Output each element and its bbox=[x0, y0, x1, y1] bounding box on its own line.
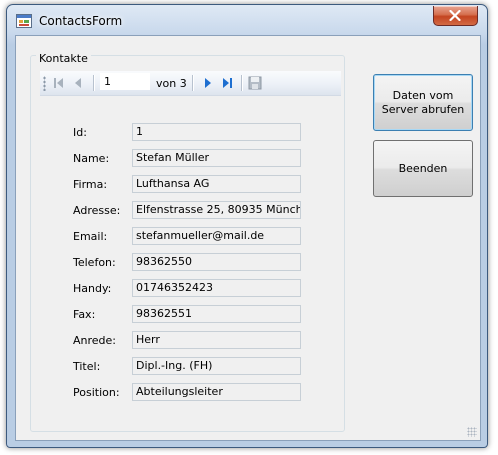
count-label: von 3 bbox=[156, 77, 187, 90]
field-value[interactable]: stefanmueller@mail.de bbox=[132, 227, 301, 245]
field-label: Handy: bbox=[73, 282, 112, 295]
save-icon[interactable] bbox=[246, 74, 264, 92]
client-area: Kontakte von 3 bbox=[15, 35, 481, 441]
field-label: Anrede: bbox=[73, 334, 117, 347]
field-value[interactable]: Elfenstrasse 25, 80935 München bbox=[132, 201, 301, 219]
move-last-icon[interactable] bbox=[218, 74, 236, 92]
field-value[interactable]: 01746352423 bbox=[132, 279, 301, 297]
toolbar-grip[interactable] bbox=[43, 76, 46, 91]
move-first-icon[interactable] bbox=[50, 74, 68, 92]
close-icon bbox=[449, 10, 461, 21]
field-label: Titel: bbox=[73, 360, 101, 373]
toolbar-separator bbox=[93, 75, 95, 91]
contacts-form-window: ContactsForm Kontakte von 3 bbox=[6, 4, 488, 448]
move-previous-icon[interactable] bbox=[70, 74, 88, 92]
move-next-icon[interactable] bbox=[198, 74, 216, 92]
window-title: ContactsForm bbox=[39, 14, 123, 28]
field-value[interactable]: 98362551 bbox=[132, 305, 301, 323]
field-value[interactable]: Lufthansa AG bbox=[132, 175, 301, 193]
field-label: Adresse: bbox=[73, 204, 121, 217]
title-bar[interactable]: ContactsForm bbox=[7, 5, 487, 35]
field-value[interactable]: Stefan Müller bbox=[132, 149, 301, 167]
field-label: Id: bbox=[73, 126, 87, 139]
resize-grip[interactable] bbox=[467, 427, 477, 437]
field-label: Firma: bbox=[73, 178, 108, 191]
fetch-from-server-button[interactable]: Daten vom Server abrufen bbox=[373, 74, 473, 131]
field-value[interactable]: 98362550 bbox=[132, 253, 301, 271]
field-label: Fax: bbox=[73, 308, 96, 321]
field-label: Position: bbox=[73, 386, 120, 399]
field-label: Email: bbox=[73, 230, 108, 243]
field-value[interactable]: Abteilungsleiter bbox=[132, 383, 301, 401]
binding-navigator: von 3 bbox=[40, 71, 341, 96]
field-value[interactable]: 1 bbox=[132, 123, 301, 141]
groupbox-title: Kontakte bbox=[36, 52, 91, 65]
position-input[interactable] bbox=[100, 73, 150, 90]
form-icon bbox=[16, 14, 32, 28]
toolbar-separator bbox=[192, 75, 194, 91]
field-label: Name: bbox=[73, 152, 110, 165]
field-value[interactable]: Dipl.-Ing. (FH) bbox=[132, 357, 301, 375]
exit-button[interactable]: Beenden bbox=[373, 140, 473, 197]
toolbar-separator bbox=[241, 75, 243, 91]
close-button[interactable] bbox=[433, 6, 478, 26]
field-value[interactable]: Herr bbox=[132, 331, 301, 349]
field-label: Telefon: bbox=[73, 256, 116, 269]
